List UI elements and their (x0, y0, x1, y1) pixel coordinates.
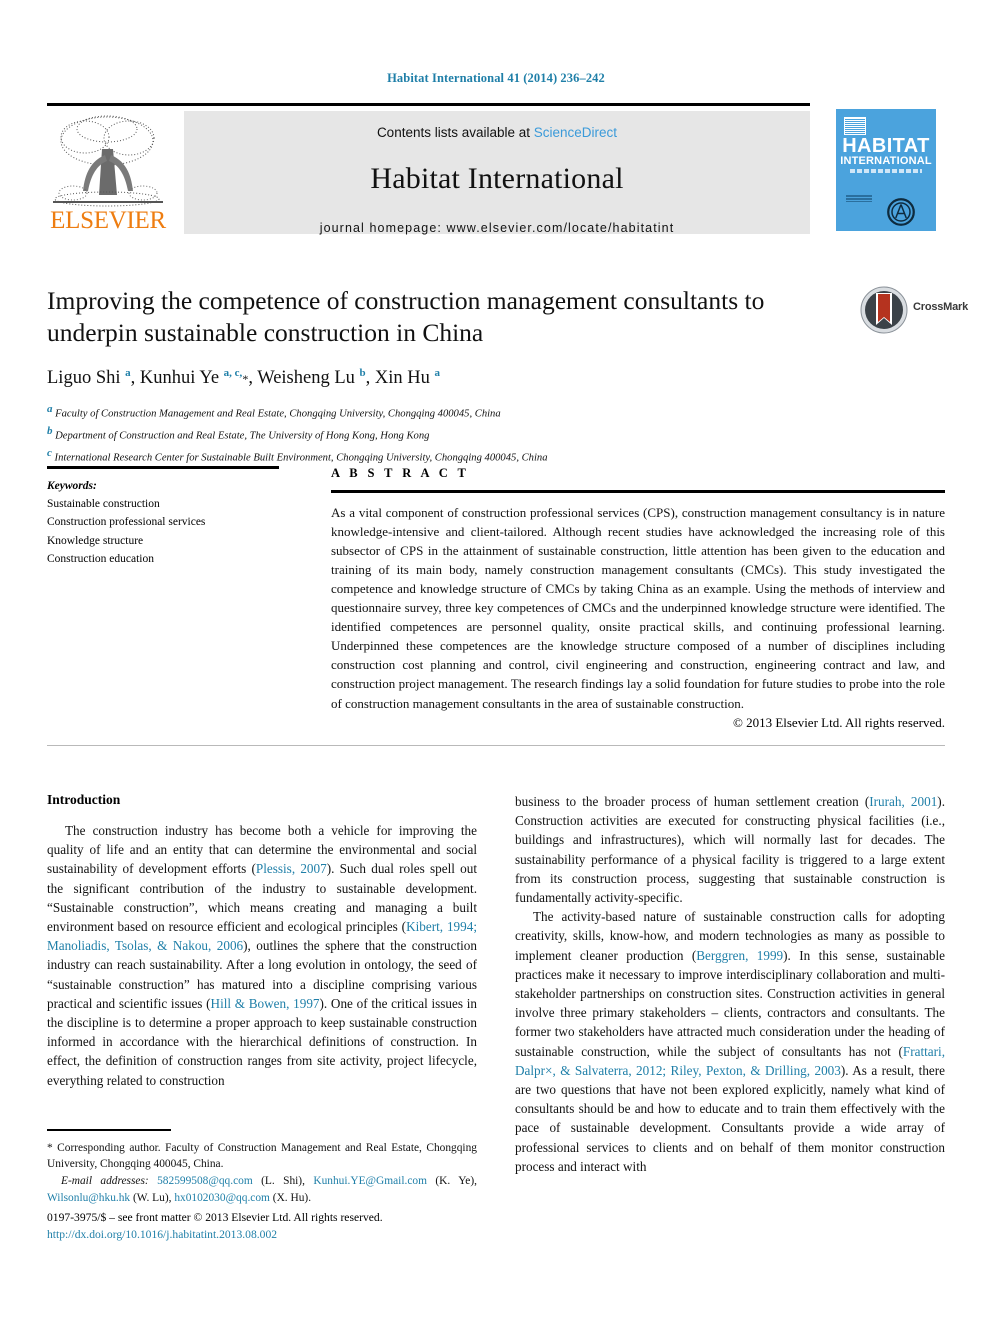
keywords-heading: Keywords: (47, 479, 97, 492)
cover-art: HABITAT INTERNATIONAL (836, 109, 936, 231)
affiliation-text-c: International Research Center for Sustai… (54, 452, 548, 464)
footnote-emails[interactable]: E-mail addresses: 582599508@qq.com (L. S… (47, 1173, 477, 1207)
body-column-left: Introduction The construction industry h… (47, 792, 477, 1090)
crossmark-badge[interactable]: CrossMark (859, 285, 983, 337)
author-list: Liguo Shi a, Kunhui Ye a, c,*, Weisheng … (47, 367, 441, 389)
title-block: Improving the competence of construction… (47, 285, 968, 466)
affiliation-marker-b: b (47, 425, 53, 438)
affiliation-marker-c: c (47, 446, 52, 459)
journal-masthead: ELSEVIER Contents lists available at Sci… (47, 103, 945, 235)
abstract-copyright: © 2013 Elsevier Ltd. All rights reserved… (732, 714, 945, 730)
elsevier-wordmark: ELSEVIER (50, 207, 166, 234)
sciencedirect-link[interactable]: ScienceDirect (534, 125, 617, 140)
abstract-text: As a vital component of construction pro… (331, 504, 945, 711)
footnote-corresponding: * Corresponding author. Faculty of Const… (47, 1141, 477, 1171)
body-column-right: business to the broader process of human… (515, 792, 945, 1176)
keyword-item: Knowledge structure (47, 534, 144, 547)
article-page: Habitat International 41 (2014) 236–242 (0, 0, 992, 1323)
affiliation-text-a: Faculty of Construction Management and R… (55, 408, 501, 420)
cover-title-line1: HABITAT (842, 135, 930, 157)
crossmark-icon (860, 286, 908, 334)
running-head: Habitat International 41 (2014) 236–242 (387, 71, 605, 85)
journal-band: Contents lists available at ScienceDirec… (184, 111, 810, 235)
affiliation-marker-a: a (47, 403, 53, 416)
keyword-item: Sustainable construction (47, 498, 160, 511)
footnote-rule (47, 1129, 171, 1131)
affiliation-list: a Faculty of Construction Management and… (47, 401, 945, 466)
corresponding-author-footnote: * Corresponding author. Faculty of Const… (47, 1129, 477, 1207)
doi-link[interactable]: http://dx.doi.org/10.1016/j.habitatint.2… (47, 1226, 517, 1243)
elsevier-tree-icon (53, 115, 163, 207)
article-title: Improving the competence of construction… (47, 286, 765, 348)
paragraph-right-2: The activity-based nature of sustainable… (515, 909, 946, 1174)
cover-subtitle-rule (850, 169, 922, 173)
cover-title-line2: INTERNATIONAL (840, 155, 932, 167)
keywords-column: Keywords: Sustainable construction Const… (47, 466, 297, 568)
cover-note-lines (846, 195, 872, 202)
keyword-item: Construction professional services (47, 516, 206, 529)
affiliation-a: a Faculty of Construction Management and… (47, 401, 945, 423)
affiliation-text-b: Department of Construction and Real Esta… (55, 430, 430, 442)
masthead-top-rule (47, 103, 810, 106)
section-heading-introduction: Introduction (47, 792, 121, 807)
journal-homepage[interactable]: journal homepage: www.elsevier.com/locat… (184, 221, 810, 235)
affiliation-b: b Department of Construction and Real Es… (47, 423, 945, 445)
body-separator-rule (47, 745, 945, 746)
cover-emblem-icon (887, 198, 915, 226)
abstract-rule (331, 490, 945, 493)
crossmark-label: CrossMark (913, 301, 969, 313)
contents-prefix: Contents lists available at (376, 125, 534, 140)
keyword-item: Construction education (47, 552, 154, 565)
colophon: 0197-3975/$ – see front matter © 2013 El… (47, 1209, 517, 1244)
journal-cover-thumbnail: HABITAT INTERNATIONAL (826, 107, 945, 234)
elsevier-logo: ELSEVIER (47, 111, 169, 234)
cover-barcode-icon (844, 117, 866, 135)
abstract-heading: A B S T R A C T (331, 466, 470, 480)
affiliation-c: c International Research Center for Sust… (47, 445, 945, 467)
abstract-column: A B S T R A C T As a vital component of … (331, 466, 945, 731)
paragraph-left-1: The construction industry has become bot… (47, 823, 477, 1088)
issn-frontmatter-line: 0197-3975/$ – see front matter © 2013 El… (47, 1211, 383, 1224)
contents-available-line: Contents lists available at ScienceDirec… (184, 125, 810, 140)
keywords-rule (47, 466, 279, 469)
paragraph-right-1: business to the broader process of human… (515, 794, 945, 906)
journal-title: Habitat International (370, 162, 624, 195)
